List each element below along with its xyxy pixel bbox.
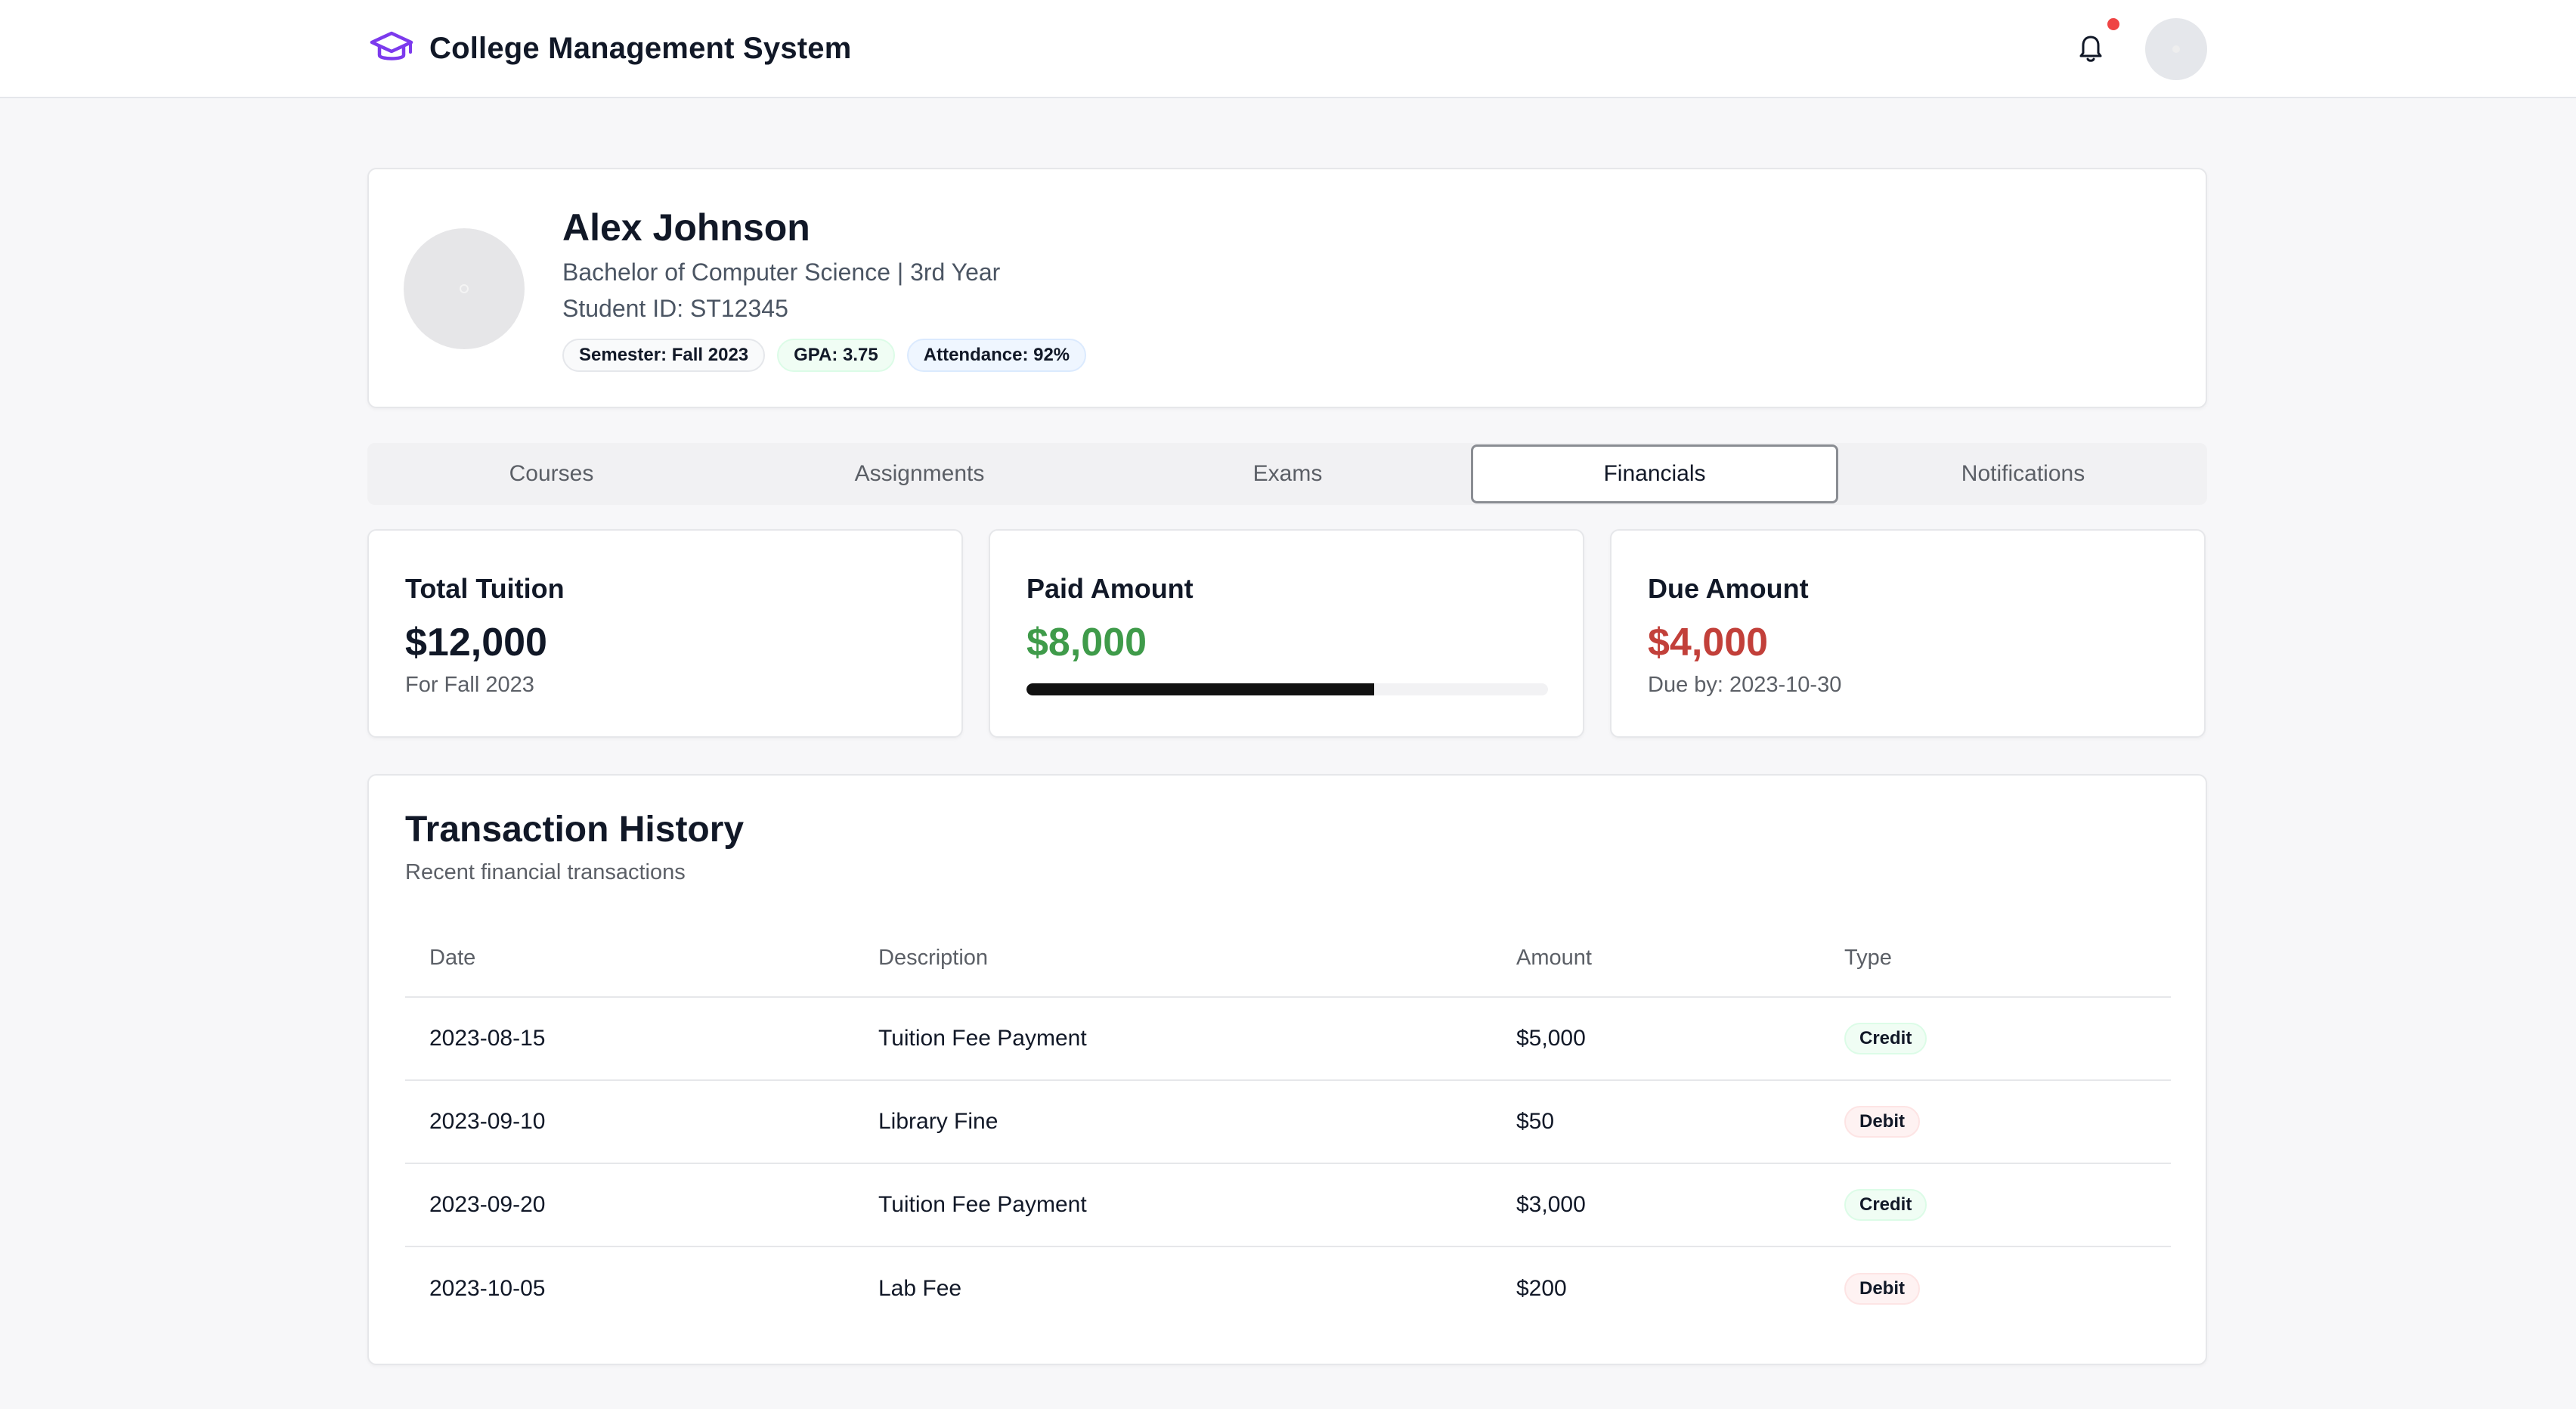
transaction-type-cell: Debit [1844, 1247, 1920, 1330]
transaction-type-cell: Debit [1844, 1081, 1920, 1163]
transaction-history-card: Transaction History Recent financial tra… [367, 774, 2207, 1365]
transaction-amount: $3,000 [1516, 1192, 1586, 1217]
bell-icon [2079, 36, 2102, 62]
total-tuition-value: $12,000 [405, 621, 547, 664]
transaction-description: Tuition Fee Payment [878, 1026, 1087, 1051]
transaction-type-cell: Credit [1844, 1164, 1927, 1246]
transaction-date: 2023-09-10 [429, 1109, 546, 1134]
transaction-type-badge: Debit [1844, 1273, 1920, 1305]
student-program: Bachelor of Computer Science | 3rd Year [562, 259, 1001, 286]
table-header-row: Date Description Amount Type [405, 919, 2171, 998]
transaction-date: 2023-10-05 [429, 1276, 546, 1301]
payment-progress-fill [1026, 683, 1375, 695]
avatar-placeholder-icon [2172, 45, 2180, 53]
table-row[interactable]: 2023-09-10 Library Fine $50 Debit [405, 1081, 2171, 1164]
transaction-description: Lab Fee [878, 1276, 962, 1301]
transaction-description: Tuition Fee Payment [878, 1192, 1087, 1217]
profile-card: Alex Johnson Bachelor of Computer Scienc… [367, 168, 2207, 408]
graduation-cap-icon [370, 31, 413, 60]
student-id: Student ID: ST12345 [562, 295, 788, 322]
transaction-date: 2023-09-20 [429, 1192, 546, 1217]
gpa-badge: GPA: 3.75 [777, 339, 895, 372]
tab-assignments[interactable]: Assignments [735, 443, 1104, 505]
transaction-table: Date Description Amount Type 2023-08-15 … [405, 919, 2171, 1330]
tab-bar: Courses Assignments Exams Financials Not… [367, 443, 2207, 505]
paid-amount-value: $8,000 [1026, 621, 1147, 664]
avatar-placeholder-icon [460, 284, 469, 293]
student-name: Alex Johnson [562, 206, 810, 249]
due-amount-title: Due Amount [1648, 573, 1809, 604]
table-row[interactable]: 2023-09-20 Tuition Fee Payment $3,000 Cr… [405, 1164, 2171, 1247]
profile-badges: Semester: Fall 2023 GPA: 3.75 Attendance… [562, 339, 1087, 372]
table-row[interactable]: 2023-10-05 Lab Fee $200 Debit [405, 1247, 2171, 1330]
transaction-type-badge: Debit [1844, 1106, 1920, 1138]
total-tuition-subtitle: For Fall 2023 [405, 673, 534, 697]
total-tuition-title: Total Tuition [405, 573, 565, 604]
column-header-description[interactable]: Description [878, 919, 988, 996]
attendance-badge: Attendance: 92% [906, 339, 1087, 372]
due-date: Due by: 2023-10-30 [1648, 673, 1842, 697]
top-header: College Management System [0, 0, 2576, 98]
table-row[interactable]: 2023-08-15 Tuition Fee Payment $5,000 Cr… [405, 998, 2171, 1081]
notification-dot [2107, 18, 2119, 30]
tab-exams[interactable]: Exams [1104, 443, 1472, 505]
transaction-amount: $5,000 [1516, 1026, 1586, 1051]
column-header-type[interactable]: Type [1844, 919, 1892, 996]
notifications-button[interactable] [2074, 30, 2107, 67]
transaction-type-badge: Credit [1844, 1189, 1927, 1221]
semester-badge: Semester: Fall 2023 [562, 339, 766, 372]
column-header-date[interactable]: Date [429, 919, 475, 996]
paid-amount-title: Paid Amount [1026, 573, 1194, 604]
profile-avatar [404, 228, 525, 349]
total-tuition-card: Total Tuition $12,000 For Fall 2023 [367, 529, 963, 738]
due-amount-card: Due Amount $4,000 Due by: 2023-10-30 [1610, 529, 2206, 738]
brand[interactable]: College Management System [369, 27, 852, 70]
tab-notifications[interactable]: Notifications [1839, 443, 2207, 505]
payment-progress-bar [1026, 683, 1548, 695]
transaction-type-badge: Credit [1844, 1023, 1927, 1054]
column-header-amount[interactable]: Amount [1516, 919, 1592, 996]
transaction-history-title: Transaction History [405, 810, 745, 850]
app-title: College Management System [429, 31, 852, 65]
user-avatar[interactable] [2145, 18, 2207, 80]
tab-courses[interactable]: Courses [367, 443, 735, 505]
transaction-description: Library Fine [878, 1109, 999, 1134]
transaction-amount: $200 [1516, 1276, 1567, 1301]
transaction-type-cell: Credit [1844, 998, 1927, 1079]
tab-financials[interactable]: Financials [1471, 444, 1838, 503]
transaction-history-subtitle: Recent financial transactions [405, 860, 686, 884]
paid-amount-card: Paid Amount $8,000 [989, 529, 1584, 738]
due-amount-value: $4,000 [1648, 621, 1769, 664]
transaction-amount: $50 [1516, 1109, 1555, 1134]
transaction-date: 2023-08-15 [429, 1026, 546, 1051]
